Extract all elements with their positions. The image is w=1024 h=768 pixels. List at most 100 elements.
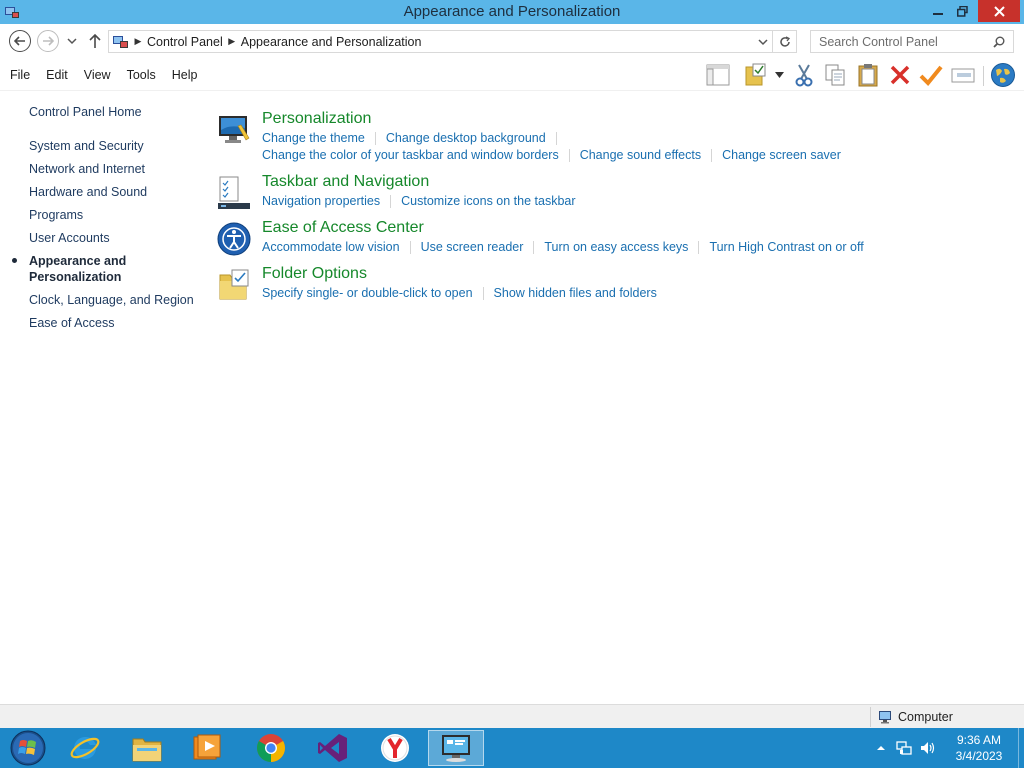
link-divider [482, 287, 484, 301]
folder-check-button[interactable] [743, 62, 769, 88]
volume-icon[interactable] [920, 740, 936, 756]
menu-row: File Edit View Tools Help [0, 58, 1024, 91]
up-arrow-icon[interactable] [87, 32, 103, 50]
tray-clock[interactable]: 9:36 AM 3/4/2023 [946, 732, 1012, 764]
address-bar[interactable]: ▶ Control Panel ▶ Appearance and Persona… [108, 30, 773, 53]
menu-bar: File Edit View Tools Help [10, 68, 213, 82]
window-title: Appearance and Personalization [403, 3, 621, 20]
link-change-desktop-background[interactable]: Change desktop background [386, 131, 546, 145]
sidebar-item-clock-language-region[interactable]: Clock, Language, and Region [29, 292, 209, 308]
layout-icon [706, 64, 730, 86]
taskbar-control-panel[interactable] [428, 730, 484, 766]
menu-tools[interactable]: Tools [127, 68, 156, 82]
sidebar-item-appearance-personalization[interactable]: Appearance and Personalization [12, 253, 134, 285]
media-player-icon [193, 734, 221, 760]
taskbar-file-explorer[interactable] [119, 730, 175, 766]
sidebar: Control Panel Home System and Security N… [12, 104, 209, 338]
layout-button[interactable] [705, 62, 731, 88]
folder-options-icon[interactable] [216, 267, 252, 303]
breadcrumb-separator-icon[interactable]: ▶ [133, 36, 143, 47]
link-divider [374, 132, 376, 146]
search-icon[interactable] [993, 36, 1005, 48]
close-button[interactable] [978, 0, 1020, 22]
sidebar-home-link[interactable]: Control Panel Home [29, 104, 209, 120]
taskbar-chrome[interactable] [243, 730, 299, 766]
minimize-button[interactable] [926, 0, 950, 22]
copy-icon [825, 64, 845, 86]
status-location: Computer [878, 710, 953, 724]
show-desktop-button[interactable] [1018, 728, 1024, 768]
address-dropdown-chevron-icon[interactable] [758, 37, 768, 47]
rename-button[interactable] [950, 62, 976, 88]
folder-options-dropdown-chevron-icon[interactable] [775, 72, 784, 78]
restore-button[interactable] [950, 0, 974, 22]
search-box[interactable] [810, 30, 1014, 53]
menu-view[interactable]: View [84, 68, 111, 82]
taskbar-internet-explorer[interactable] [57, 730, 113, 766]
taskbar-visual-studio[interactable] [305, 730, 361, 766]
link-high-contrast[interactable]: Turn High Contrast on or off [709, 240, 863, 254]
delete-button[interactable] [887, 62, 913, 88]
category-title-folder-options[interactable]: Folder Options [262, 265, 367, 283]
sidebar-item-hardware-sound[interactable]: Hardware and Sound [29, 184, 209, 200]
breadcrumb-control-panel[interactable]: Control Panel [147, 35, 223, 49]
link-change-screen-saver[interactable]: Change screen saver [722, 148, 841, 162]
category-title-ease-of-access[interactable]: Ease of Access Center [262, 219, 424, 237]
category-title-taskbar-navigation[interactable]: Taskbar and Navigation [262, 173, 429, 191]
paste-button[interactable] [855, 62, 881, 88]
search-input[interactable] [819, 34, 989, 49]
link-show-hidden-files[interactable]: Show hidden files and folders [494, 286, 657, 300]
control-panel-icon [442, 735, 470, 762]
sidebar-item-programs[interactable]: Programs [29, 207, 209, 223]
refresh-button[interactable] [773, 30, 797, 53]
link-change-taskbar-color[interactable]: Change the color of your taskbar and win… [262, 148, 559, 162]
taskbar-icon[interactable] [216, 175, 252, 211]
link-customize-taskbar-icons[interactable]: Customize icons on the taskbar [401, 194, 575, 208]
start-orb-icon [10, 730, 46, 766]
link-divider [711, 149, 713, 163]
visual-studio-icon [318, 734, 347, 762]
link-divider [390, 195, 392, 209]
title-bar: Appearance and Personalization [0, 0, 1024, 24]
sidebar-item-ease-of-access[interactable]: Ease of Access [29, 315, 209, 331]
sidebar-item-network-internet[interactable]: Network and Internet [29, 161, 209, 177]
taskbar-yandex-browser[interactable] [367, 730, 423, 766]
recent-locations-chevron-icon[interactable] [66, 36, 78, 46]
taskbar-media-player[interactable] [179, 730, 235, 766]
sidebar-item-system-security[interactable]: System and Security [29, 138, 209, 154]
link-divider [409, 241, 411, 255]
link-accommodate-low-vision[interactable]: Accommodate low vision [262, 240, 400, 254]
network-icon[interactable] [896, 740, 912, 756]
show-hidden-icons-icon[interactable] [876, 744, 886, 752]
clock-time: 9:36 AM [956, 733, 1002, 747]
refresh-icon [779, 35, 790, 47]
globe-button[interactable] [990, 62, 1016, 88]
folder-check-icon [745, 63, 766, 86]
status-bar: Computer [0, 704, 1024, 728]
ease-of-access-icon[interactable] [216, 221, 252, 257]
link-divider [698, 241, 700, 255]
back-button[interactable] [9, 30, 31, 52]
start-button[interactable] [0, 730, 56, 766]
system-tray [876, 728, 936, 768]
link-change-sound-effects[interactable]: Change sound effects [580, 148, 701, 162]
link-single-double-click[interactable]: Specify single- or double-click to open [262, 286, 473, 300]
link-use-screen-reader[interactable]: Use screen reader [421, 240, 524, 254]
category-title-personalization[interactable]: Personalization [262, 110, 371, 128]
menu-help[interactable]: Help [172, 68, 198, 82]
internet-explorer-icon [70, 736, 100, 759]
personalization-icon[interactable] [216, 112, 252, 148]
menu-edit[interactable]: Edit [46, 68, 68, 82]
link-easy-access-keys[interactable]: Turn on easy access keys [544, 240, 688, 254]
menu-file[interactable]: File [10, 68, 30, 82]
breadcrumb-appearance[interactable]: Appearance and Personalization [241, 35, 422, 49]
cut-button[interactable] [791, 62, 817, 88]
breadcrumb-separator-icon[interactable]: ▶ [227, 36, 237, 47]
copy-button[interactable] [822, 62, 848, 88]
link-navigation-properties[interactable]: Navigation properties [262, 194, 380, 208]
forward-button[interactable] [37, 30, 59, 52]
link-row: Change the color of your taskbar and win… [262, 148, 841, 163]
sidebar-item-user-accounts[interactable]: User Accounts [29, 230, 209, 246]
checkmark-button[interactable] [918, 62, 944, 88]
link-change-theme[interactable]: Change the theme [262, 131, 365, 145]
